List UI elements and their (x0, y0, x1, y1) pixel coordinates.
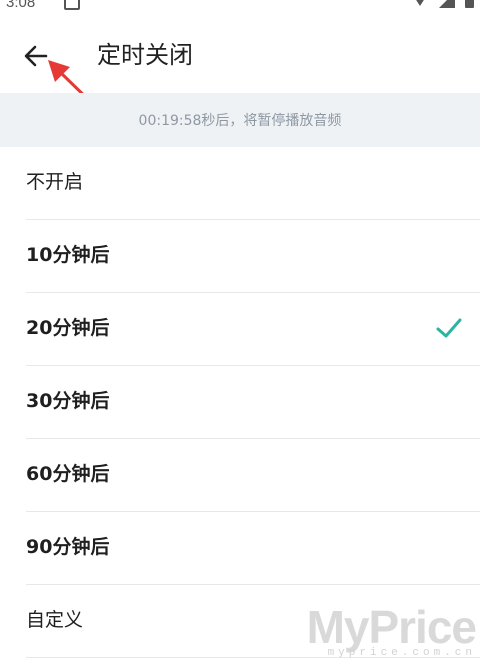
status-icons (411, 0, 474, 8)
option-60-min[interactable]: 60分钟后 (26, 439, 480, 512)
option-30-min[interactable]: 30分钟后 (26, 366, 480, 439)
option-label: 自定义 (26, 609, 84, 631)
option-label: 20分钟后 (26, 317, 110, 339)
option-label: 60分钟后 (26, 463, 110, 485)
option-off[interactable]: 不开启 (26, 147, 480, 220)
option-label: 90分钟后 (26, 536, 110, 558)
option-label: 30分钟后 (26, 390, 110, 412)
option-20-min[interactable]: 20分钟后 (26, 293, 480, 366)
page-title: 定时关闭 (97, 41, 193, 69)
check-icon (436, 318, 462, 338)
status-bar: 3:08 (0, 0, 480, 16)
option-label: 不开启 (26, 171, 84, 193)
timer-banner-text: 00:19:58秒后，将暂停播放音频 (138, 113, 342, 129)
timer-banner: 00:19:58秒后，将暂停播放音频 (0, 93, 480, 147)
option-custom[interactable]: 自定义 (26, 585, 480, 658)
notification-icon (64, 0, 80, 10)
arrow-left-icon (24, 45, 48, 67)
option-label: 10分钟后 (26, 244, 110, 266)
timer-options-list: 不开启 10分钟后 20分钟后 30分钟后 60分钟后 90分钟后 自定义 (0, 147, 480, 658)
wifi-icon (411, 0, 429, 6)
signal-icon (439, 0, 455, 8)
app-bar: 定时关闭 (0, 16, 480, 92)
back-button[interactable] (18, 38, 54, 74)
status-time: 3:08 (6, 0, 36, 11)
option-10-min[interactable]: 10分钟后 (26, 220, 480, 293)
battery-icon (465, 0, 474, 8)
option-90-min[interactable]: 90分钟后 (26, 512, 480, 585)
